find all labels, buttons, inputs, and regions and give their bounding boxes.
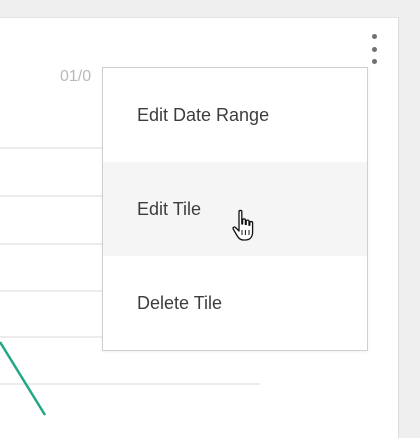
menu-item-edit-tile[interactable]: Edit Tile (103, 162, 367, 256)
series-line (0, 341, 47, 416)
tile-options-menu: Edit Date Range Edit Tile Delete Tile (102, 67, 368, 351)
kebab-dot (371, 46, 377, 52)
menu-item-edit-date-range[interactable]: Edit Date Range (103, 68, 367, 162)
menu-item-delete-tile[interactable]: Delete Tile (103, 256, 367, 350)
kebab-dot (371, 59, 377, 64)
kebab-dot (371, 34, 377, 39)
more-vertical-icon[interactable] (364, 32, 384, 66)
date-label: 01/0 (60, 68, 92, 85)
